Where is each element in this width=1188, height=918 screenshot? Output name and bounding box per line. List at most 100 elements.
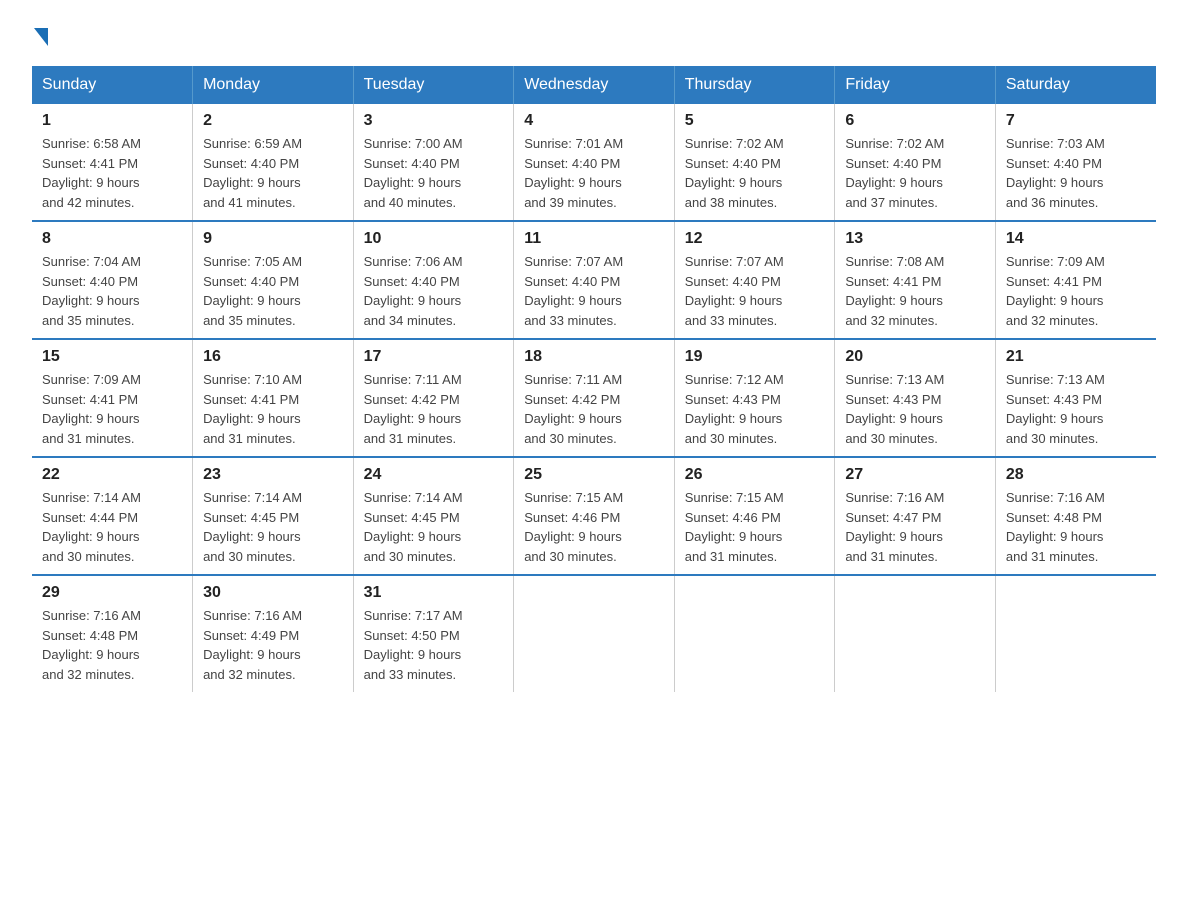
calendar-cell (674, 575, 835, 692)
day-number: 19 (685, 348, 825, 366)
day-info: Sunrise: 6:59 AMSunset: 4:40 PMDaylight:… (203, 134, 343, 212)
calendar-header-friday: Friday (835, 66, 996, 104)
day-info: Sunrise: 7:02 AMSunset: 4:40 PMDaylight:… (685, 134, 825, 212)
day-info: Sunrise: 7:09 AMSunset: 4:41 PMDaylight:… (1006, 252, 1146, 330)
calendar-cell (514, 575, 675, 692)
day-number: 4 (524, 112, 664, 130)
day-info: Sunrise: 7:14 AMSunset: 4:45 PMDaylight:… (203, 488, 343, 566)
calendar-cell: 23 Sunrise: 7:14 AMSunset: 4:45 PMDayligh… (193, 457, 354, 575)
day-number: 25 (524, 466, 664, 484)
day-number: 15 (42, 348, 182, 366)
calendar-header-sunday: Sunday (32, 66, 193, 104)
day-info: Sunrise: 7:15 AMSunset: 4:46 PMDaylight:… (524, 488, 664, 566)
day-info: Sunrise: 7:17 AMSunset: 4:50 PMDaylight:… (364, 606, 504, 684)
calendar-table: SundayMondayTuesdayWednesdayThursdayFrid… (32, 66, 1156, 692)
calendar-cell: 15 Sunrise: 7:09 AMSunset: 4:41 PMDayligh… (32, 339, 193, 457)
day-number: 28 (1006, 466, 1146, 484)
day-info: Sunrise: 7:16 AMSunset: 4:49 PMDaylight:… (203, 606, 343, 684)
calendar-header-wednesday: Wednesday (514, 66, 675, 104)
day-number: 2 (203, 112, 343, 130)
day-info: Sunrise: 7:13 AMSunset: 4:43 PMDaylight:… (845, 370, 985, 448)
calendar-header-saturday: Saturday (995, 66, 1156, 104)
calendar-cell: 9Sunrise: 7:05 AMSunset: 4:40 PMDaylight… (193, 221, 354, 339)
calendar-header-row: SundayMondayTuesdayWednesdayThursdayFrid… (32, 66, 1156, 104)
day-info: Sunrise: 7:04 AMSunset: 4:40 PMDaylight:… (42, 252, 182, 330)
day-number: 30 (203, 584, 343, 602)
calendar-week-row: 22Sunrise: 7:14 AMSunset: 4:44 PMDayligh… (32, 457, 1156, 575)
day-number: 14 (1006, 230, 1146, 248)
day-number: 5 (685, 112, 825, 130)
calendar-cell: 3 Sunrise: 7:00 AMSunset: 4:40 PMDaylight… (353, 104, 514, 221)
day-info: Sunrise: 7:00 AMSunset: 4:40 PMDaylight:… (364, 134, 504, 212)
day-number: 10 (364, 230, 504, 248)
day-info: Sunrise: 7:08 AMSunset: 4:41 PMDaylight:… (845, 252, 985, 330)
day-number: 7 (1006, 112, 1146, 130)
day-number: 12 (685, 230, 825, 248)
calendar-cell: 8 Sunrise: 7:04 AMSunset: 4:40 PMDaylight… (32, 221, 193, 339)
calendar-cell: 28 Sunrise: 7:16 AMSunset: 4:48 PMDayligh… (995, 457, 1156, 575)
calendar-cell: 26 Sunrise: 7:15 AMSunset: 4:46 PMDayligh… (674, 457, 835, 575)
day-info: Sunrise: 7:03 AMSunset: 4:40 PMDaylight:… (1006, 134, 1146, 212)
calendar-cell: 16Sunrise: 7:10 AMSunset: 4:41 PMDayligh… (193, 339, 354, 457)
calendar-header-thursday: Thursday (674, 66, 835, 104)
calendar-header-monday: Monday (193, 66, 354, 104)
day-number: 8 (42, 230, 182, 248)
day-number: 21 (1006, 348, 1146, 366)
calendar-header-tuesday: Tuesday (353, 66, 514, 104)
calendar-cell (835, 575, 996, 692)
day-number: 20 (845, 348, 985, 366)
calendar-cell: 13 Sunrise: 7:08 AMSunset: 4:41 PMDayligh… (835, 221, 996, 339)
calendar-week-row: 15 Sunrise: 7:09 AMSunset: 4:41 PMDayligh… (32, 339, 1156, 457)
calendar-cell: 2 Sunrise: 6:59 AMSunset: 4:40 PMDaylight… (193, 104, 354, 221)
day-info: Sunrise: 7:16 AMSunset: 4:48 PMDaylight:… (42, 606, 182, 684)
day-number: 29 (42, 584, 182, 602)
calendar-cell: 14 Sunrise: 7:09 AMSunset: 4:41 PMDayligh… (995, 221, 1156, 339)
day-info: Sunrise: 7:09 AMSunset: 4:41 PMDaylight:… (42, 370, 182, 448)
day-info: Sunrise: 7:16 AMSunset: 4:48 PMDaylight:… (1006, 488, 1146, 566)
day-info: Sunrise: 6:58 AMSunset: 4:41 PMDaylight:… (42, 134, 182, 212)
calendar-cell: 20 Sunrise: 7:13 AMSunset: 4:43 PMDayligh… (835, 339, 996, 457)
logo-arrow-icon (34, 28, 48, 46)
day-info: Sunrise: 7:14 AMSunset: 4:44 PMDaylight:… (42, 488, 182, 566)
calendar-cell: 30 Sunrise: 7:16 AMSunset: 4:49 PMDayligh… (193, 575, 354, 692)
day-number: 16 (203, 348, 343, 366)
day-info: Sunrise: 7:13 AMSunset: 4:43 PMDaylight:… (1006, 370, 1146, 448)
calendar-cell: 27 Sunrise: 7:16 AMSunset: 4:47 PMDayligh… (835, 457, 996, 575)
day-number: 17 (364, 348, 504, 366)
day-info: Sunrise: 7:16 AMSunset: 4:47 PMDaylight:… (845, 488, 985, 566)
day-number: 23 (203, 466, 343, 484)
calendar-cell: 21 Sunrise: 7:13 AMSunset: 4:43 PMDayligh… (995, 339, 1156, 457)
calendar-cell: 25 Sunrise: 7:15 AMSunset: 4:46 PMDayligh… (514, 457, 675, 575)
day-info: Sunrise: 7:14 AMSunset: 4:45 PMDaylight:… (364, 488, 504, 566)
calendar-cell: 1 Sunrise: 6:58 AMSunset: 4:41 PMDaylight… (32, 104, 193, 221)
calendar-cell: 10Sunrise: 7:06 AMSunset: 4:40 PMDayligh… (353, 221, 514, 339)
day-info: Sunrise: 7:15 AMSunset: 4:46 PMDaylight:… (685, 488, 825, 566)
calendar-cell (995, 575, 1156, 692)
calendar-cell: 6Sunrise: 7:02 AMSunset: 4:40 PMDaylight… (835, 104, 996, 221)
day-info: Sunrise: 7:01 AMSunset: 4:40 PMDaylight:… (524, 134, 664, 212)
day-info: Sunrise: 7:05 AMSunset: 4:40 PMDaylight:… (203, 252, 343, 330)
day-info: Sunrise: 7:07 AMSunset: 4:40 PMDaylight:… (685, 252, 825, 330)
page-header (32, 24, 1156, 46)
calendar-cell: 17Sunrise: 7:11 AMSunset: 4:42 PMDayligh… (353, 339, 514, 457)
calendar-cell: 18Sunrise: 7:11 AMSunset: 4:42 PMDayligh… (514, 339, 675, 457)
day-number: 13 (845, 230, 985, 248)
calendar-week-row: 1 Sunrise: 6:58 AMSunset: 4:41 PMDaylight… (32, 104, 1156, 221)
day-number: 31 (364, 584, 504, 602)
day-info: Sunrise: 7:02 AMSunset: 4:40 PMDaylight:… (845, 134, 985, 212)
calendar-cell: 4 Sunrise: 7:01 AMSunset: 4:40 PMDaylight… (514, 104, 675, 221)
calendar-week-row: 29 Sunrise: 7:16 AMSunset: 4:48 PMDayligh… (32, 575, 1156, 692)
day-info: Sunrise: 7:12 AMSunset: 4:43 PMDaylight:… (685, 370, 825, 448)
day-number: 1 (42, 112, 182, 130)
day-number: 27 (845, 466, 985, 484)
day-number: 24 (364, 466, 504, 484)
day-number: 26 (685, 466, 825, 484)
calendar-cell: 12 Sunrise: 7:07 AMSunset: 4:40 PMDayligh… (674, 221, 835, 339)
calendar-cell: 24 Sunrise: 7:14 AMSunset: 4:45 PMDayligh… (353, 457, 514, 575)
calendar-week-row: 8 Sunrise: 7:04 AMSunset: 4:40 PMDaylight… (32, 221, 1156, 339)
day-number: 18 (524, 348, 664, 366)
calendar-cell: 7 Sunrise: 7:03 AMSunset: 4:40 PMDaylight… (995, 104, 1156, 221)
calendar-cell: 11Sunrise: 7:07 AMSunset: 4:40 PMDayligh… (514, 221, 675, 339)
logo (32, 24, 48, 46)
day-number: 3 (364, 112, 504, 130)
